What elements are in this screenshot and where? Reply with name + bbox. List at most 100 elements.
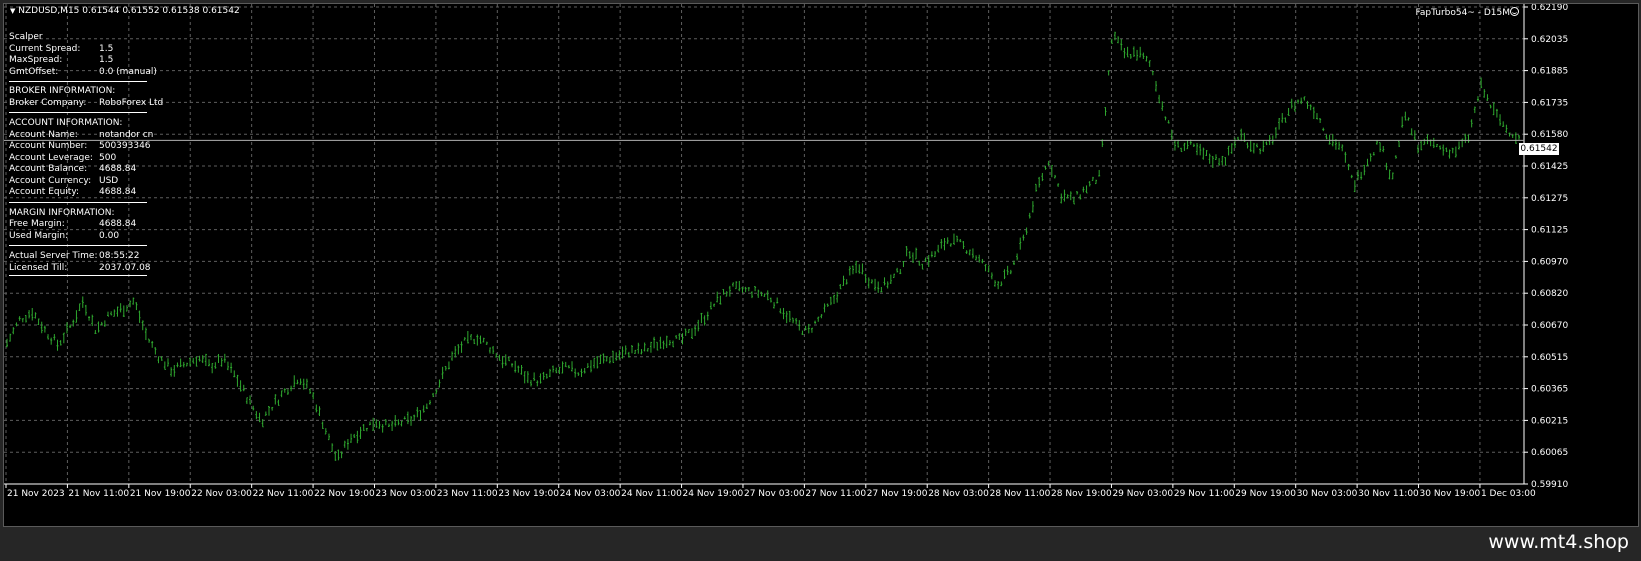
price-bar: [217, 353, 220, 364]
price-bar: [1347, 163, 1350, 171]
x-tick-label: 24 Nov 11:00: [621, 489, 682, 499]
price-bar: [785, 311, 788, 324]
price-bar: [889, 274, 892, 285]
price-bar: [971, 248, 974, 259]
price-bar: [1230, 143, 1233, 154]
price-bar: [511, 363, 514, 368]
price-bar: [561, 361, 564, 374]
price-bar: [533, 372, 536, 381]
price-bar: [75, 310, 78, 323]
price-bar: [173, 365, 176, 377]
price-bar: [896, 267, 899, 273]
price-bar: [470, 334, 473, 341]
price-bar: [1091, 176, 1094, 181]
price-bar: [1053, 174, 1056, 179]
price-bar: [129, 300, 132, 308]
price-bar: [176, 362, 179, 368]
price-bar: [526, 371, 529, 384]
price-bar: [1312, 106, 1315, 120]
price-bar: [766, 290, 769, 301]
spread-row-label: MaxSpread:: [9, 55, 63, 65]
collapse-triangle-icon[interactable]: ▼: [10, 7, 15, 15]
price-bar: [782, 307, 785, 320]
price-bar: [586, 363, 589, 369]
price-bar: [975, 255, 978, 261]
panel-separator: [9, 275, 147, 276]
price-bar: [135, 302, 138, 311]
spread-row-value: 0.0 (manual): [99, 66, 157, 77]
price-bar: [343, 440, 346, 448]
price-bar: [1151, 71, 1154, 76]
price-chart[interactable]: 0.62190 0.62035 0.61885 0.61735 0.61580 0.614…: [4, 4, 1638, 526]
price-bar: [678, 333, 681, 340]
y-tick-label: 0.60970: [1531, 257, 1568, 267]
price-bar: [1426, 134, 1429, 145]
price-bar: [88, 316, 91, 321]
price-bar: [1085, 185, 1088, 194]
price-bar: [1363, 164, 1366, 176]
price-bar: [1375, 140, 1378, 145]
price-bar: [1300, 97, 1303, 105]
price-bar: [233, 370, 236, 378]
price-bar: [946, 237, 949, 244]
price-bar: [1224, 157, 1227, 166]
price-bar: [690, 328, 693, 339]
price-bar: [760, 291, 763, 297]
y-tick-label: 0.61885: [1531, 67, 1568, 77]
price-bar: [1401, 116, 1404, 128]
price-bar: [252, 405, 255, 411]
price-bar: [432, 392, 435, 398]
x-tick-label: 23 Nov 19:00: [498, 489, 559, 499]
price-bar: [858, 264, 861, 274]
price-bar: [984, 263, 987, 272]
price-bar: [1407, 117, 1410, 121]
price-bar: [659, 336, 662, 349]
price-bar: [763, 293, 766, 297]
price-bar: [1120, 39, 1123, 51]
price-bar: [410, 415, 413, 426]
price-bar: [1495, 108, 1498, 118]
price-bar: [50, 337, 53, 345]
x-tick-label: 22 Nov 03:00: [191, 489, 252, 499]
price-bar: [1038, 176, 1041, 188]
price-bar: [649, 341, 652, 353]
x-tick-label: 24 Nov 03:00: [560, 489, 621, 499]
price-bar: [1319, 118, 1322, 124]
x-tick-label: 29 Nov 11:00: [1174, 489, 1235, 499]
price-bar: [596, 356, 599, 369]
x-tick-label: 21 Nov 11:00: [68, 489, 129, 499]
price-bar: [403, 416, 406, 420]
price-bar: [1391, 172, 1394, 180]
price-bar: [381, 424, 384, 433]
price-bar: [1063, 189, 1066, 202]
price-bar: [1439, 145, 1442, 150]
price-bar: [1366, 158, 1369, 167]
price-bar: [886, 281, 889, 289]
chart-window[interactable]: 0.62190 0.62035 0.61885 0.61735 0.61580 0.614…: [3, 3, 1639, 527]
price-bar: [877, 281, 880, 293]
price-bar: [930, 251, 933, 258]
price-bar: [665, 335, 668, 348]
price-bar: [290, 385, 293, 392]
price-bar: [179, 358, 182, 368]
price-bar: [37, 318, 40, 326]
price-bar: [517, 365, 520, 373]
price-bar: [59, 340, 62, 346]
price-bar: [327, 433, 330, 441]
spread-row-label: GmtOffset:: [9, 66, 59, 77]
price-bar: [1328, 134, 1331, 145]
price-bar: [1139, 46, 1142, 58]
price-bar: [1445, 147, 1448, 153]
price-bar: [1473, 106, 1476, 114]
price-bar: [1006, 265, 1009, 276]
price-bar: [580, 368, 583, 377]
y-tick-label: 0.60215: [1531, 416, 1568, 426]
x-tick-label: 24 Nov 19:00: [683, 489, 744, 499]
account-header: ACCOUNT INFORMATION:: [9, 118, 123, 128]
price-bar: [346, 439, 349, 450]
y-tick-label: 0.62190: [1531, 4, 1568, 13]
price-bar: [204, 353, 207, 366]
account-row-label: Account Equity:: [9, 187, 80, 197]
smiley-icon[interactable]: [1510, 7, 1519, 16]
price-bar: [757, 289, 760, 298]
